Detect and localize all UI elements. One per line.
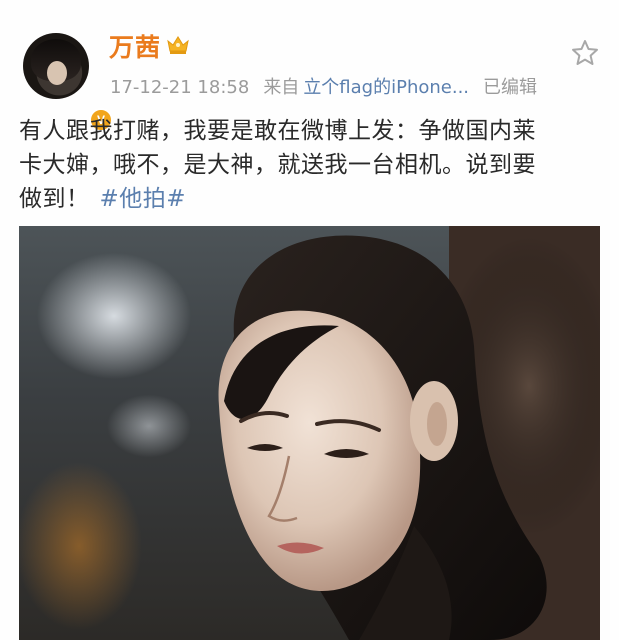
post-text-line-1: 有人跟我打赌，我要是敢在微博上发：争做国内莱 xyxy=(19,118,536,144)
post-text-line-3-text: 做到！ xyxy=(19,186,90,212)
post-time[interactable]: 17-12-21 18:58 xyxy=(110,77,249,98)
portrait-illustration xyxy=(218,226,600,640)
hashtag-link[interactable]: #他拍# xyxy=(100,186,187,212)
username[interactable]: 万茜 xyxy=(109,28,161,64)
from-label: 来自 xyxy=(263,77,300,98)
post-text-line-2: 卡大婶，哦不，是大神，就送我一台相机。说到要 xyxy=(19,152,536,178)
edited-label[interactable]: 已编辑 xyxy=(483,77,537,98)
post-meta: 17-12-21 18:58 来自 立个flag的iPhone... 已编辑 xyxy=(110,73,537,99)
post-text-line-3: 做到！ #他拍# xyxy=(19,182,603,216)
post-text: 有人跟我打赌，我要是敢在微博上发：争做国内莱 卡大婶，哦不，是大神，就送我一台相… xyxy=(19,114,603,216)
avatar-face xyxy=(47,61,67,85)
weibo-post: V 万茜 17-12-21 18:58 来自 立个flag的iPhone... 已编辑… xyxy=(0,0,619,640)
avatar[interactable]: V xyxy=(23,33,113,132)
post-photo[interactable] xyxy=(19,226,600,640)
crown-icon xyxy=(167,36,189,54)
star-icon[interactable] xyxy=(570,38,600,68)
post-source-link[interactable]: 立个flag的iPhone... xyxy=(303,77,469,98)
